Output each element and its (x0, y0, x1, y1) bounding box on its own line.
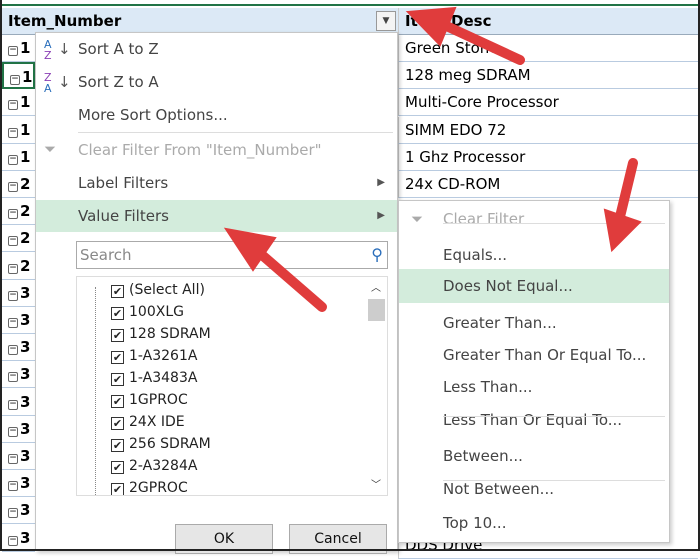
image-frame (0, 0, 700, 551)
